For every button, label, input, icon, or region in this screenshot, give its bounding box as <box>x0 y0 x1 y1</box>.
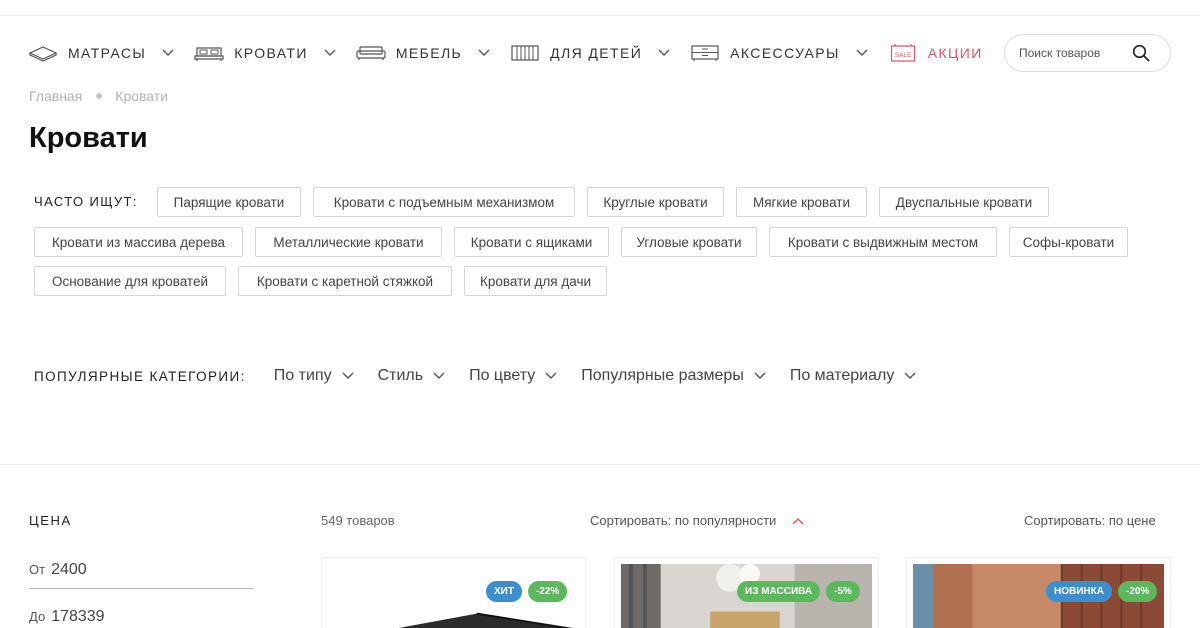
card-badges: ХИТ -22% <box>486 581 568 602</box>
product-count: 549 товаров <box>321 513 395 528</box>
badge-hit: ХИТ <box>486 581 522 602</box>
tag-chip[interactable]: Софы-кровати <box>1009 227 1128 257</box>
chevron-down-icon <box>476 45 492 61</box>
nav-item-sale[interactable]: SALE АКЦИИ <box>888 43 983 63</box>
tag-chip[interactable]: Мягкие кровати <box>736 187 867 217</box>
breadcrumb: Главная Кровати <box>29 88 168 104</box>
nav-label: АКСЕССУАРЫ <box>730 45 840 61</box>
popular-dropdown-type[interactable]: По типу <box>274 367 354 385</box>
breadcrumb-current[interactable]: Кровати <box>115 88 168 104</box>
crib-icon <box>510 43 540 63</box>
search-icon[interactable] <box>1132 44 1150 62</box>
chevron-down-icon <box>656 45 672 61</box>
svg-text:SALE: SALE <box>894 52 911 59</box>
tag-chip[interactable]: Кровати с выдвижным местом <box>769 227 997 257</box>
nav-label: МЕБЕЛЬ <box>395 45 463 61</box>
chevron-down-icon <box>854 45 870 61</box>
card-badges: НОВИНКА -20% <box>1046 581 1158 602</box>
popular-dropdown-material[interactable]: По материалу <box>790 367 917 385</box>
card-badges: ИЗ МАССИВА -5% <box>737 581 860 602</box>
nav-item-furniture[interactable]: МЕБЕЛЬ <box>356 43 492 63</box>
popular-dropdown-sizes[interactable]: Популярные размеры <box>581 367 766 385</box>
price-from-label: От <box>29 562 46 577</box>
top-divider <box>0 15 1200 16</box>
popular-dropdown-color[interactable]: По цвету <box>469 367 557 385</box>
bed-icon <box>194 43 224 63</box>
nav-item-mattresses[interactable]: МАТРАСЫ <box>28 43 176 63</box>
nav-item-kids[interactable]: ДЛЯ ДЕТЕЙ <box>510 43 672 63</box>
chevron-up-icon <box>792 517 804 524</box>
page-title: Кровати <box>29 122 148 154</box>
search-input[interactable] <box>1019 46 1129 60</box>
tag-chip[interactable]: Двуспальные кровати <box>879 187 1049 217</box>
breadcrumb-separator <box>96 93 103 99</box>
nav-item-accessories[interactable]: АКСЕССУАРЫ <box>690 43 870 63</box>
mattress-icon <box>28 43 58 63</box>
badge-discount: -22% <box>527 581 568 602</box>
sofa-icon <box>356 43 386 63</box>
chevron-down-icon <box>342 372 354 379</box>
nav-label: МАТРАСЫ <box>68 45 147 61</box>
tag-chip[interactable]: Угловые кровати <box>621 227 757 257</box>
drawer-icon <box>690 43 720 63</box>
badge-new: НОВИНКА <box>1046 581 1112 602</box>
section-divider <box>0 464 1200 465</box>
sort-popularity[interactable]: Сортировать: по популярности <box>590 513 804 528</box>
tag-chip[interactable]: Парящие кровати <box>157 187 301 217</box>
nav-item-beds[interactable]: КРОВАТИ <box>194 43 338 63</box>
tag-chip[interactable]: Кровати с подъемным механизмом <box>313 187 575 217</box>
badge-discount: -5% <box>826 581 860 602</box>
price-to-value[interactable]: 178339 <box>51 608 104 626</box>
tag-chip[interactable]: Кровати с каретной стяжкой <box>238 266 452 296</box>
price-filter-title: ЦЕНА <box>29 513 72 528</box>
price-to-field[interactable]: До 178339 <box>29 608 254 626</box>
price-from-field[interactable]: От 2400 <box>29 561 254 579</box>
tag-chip[interactable]: Круглые кровати <box>587 187 724 217</box>
search-box[interactable] <box>1004 34 1171 72</box>
breadcrumb-home[interactable]: Главная <box>29 88 82 104</box>
sale-tag-icon: SALE <box>888 43 918 63</box>
price-from-value[interactable]: 2400 <box>51 561 87 579</box>
chevron-down-icon <box>433 372 445 379</box>
tag-chip[interactable]: Кровати из массива дерева <box>34 227 243 257</box>
nav-label: КРОВАТИ <box>234 45 308 61</box>
chevron-down-icon <box>754 372 766 379</box>
badge-discount: -20% <box>1117 581 1158 602</box>
popular-categories: ПОПУЛЯРНЫЕ КАТЕГОРИИ: По типу Стиль По ц… <box>34 366 940 386</box>
popular-label: ПОПУЛЯРНЫЕ КАТЕГОРИИ: <box>34 368 246 384</box>
popular-dropdown-style[interactable]: Стиль <box>378 367 446 385</box>
chevron-down-icon <box>904 372 916 379</box>
sort-price[interactable]: Сортировать: по цене <box>1024 513 1156 528</box>
price-from-underline <box>29 588 254 589</box>
badge-solid-wood: ИЗ МАССИВА <box>737 581 821 602</box>
tag-chip[interactable]: Кровати для дачи <box>464 266 607 296</box>
price-to-label: До <box>29 609 46 624</box>
tag-chip[interactable]: Основание для кроватей <box>34 266 226 296</box>
chevron-down-icon <box>160 45 176 61</box>
nav-label: АКЦИИ <box>927 45 983 61</box>
tag-chip[interactable]: Кровати с ящиками <box>454 227 609 257</box>
main-nav: МАТРАСЫ КРОВАТИ МЕБЕЛЬ ДЛЯ ДЕТЕЙ АКСЕССУ… <box>28 36 1001 70</box>
chevron-down-icon <box>322 45 338 61</box>
tag-chip[interactable]: Металлические кровати <box>255 227 442 257</box>
chevron-down-icon <box>545 372 557 379</box>
frequent-label: ЧАСТО ИЩУТ: <box>34 194 138 209</box>
nav-label: ДЛЯ ДЕТЕЙ <box>550 45 643 61</box>
